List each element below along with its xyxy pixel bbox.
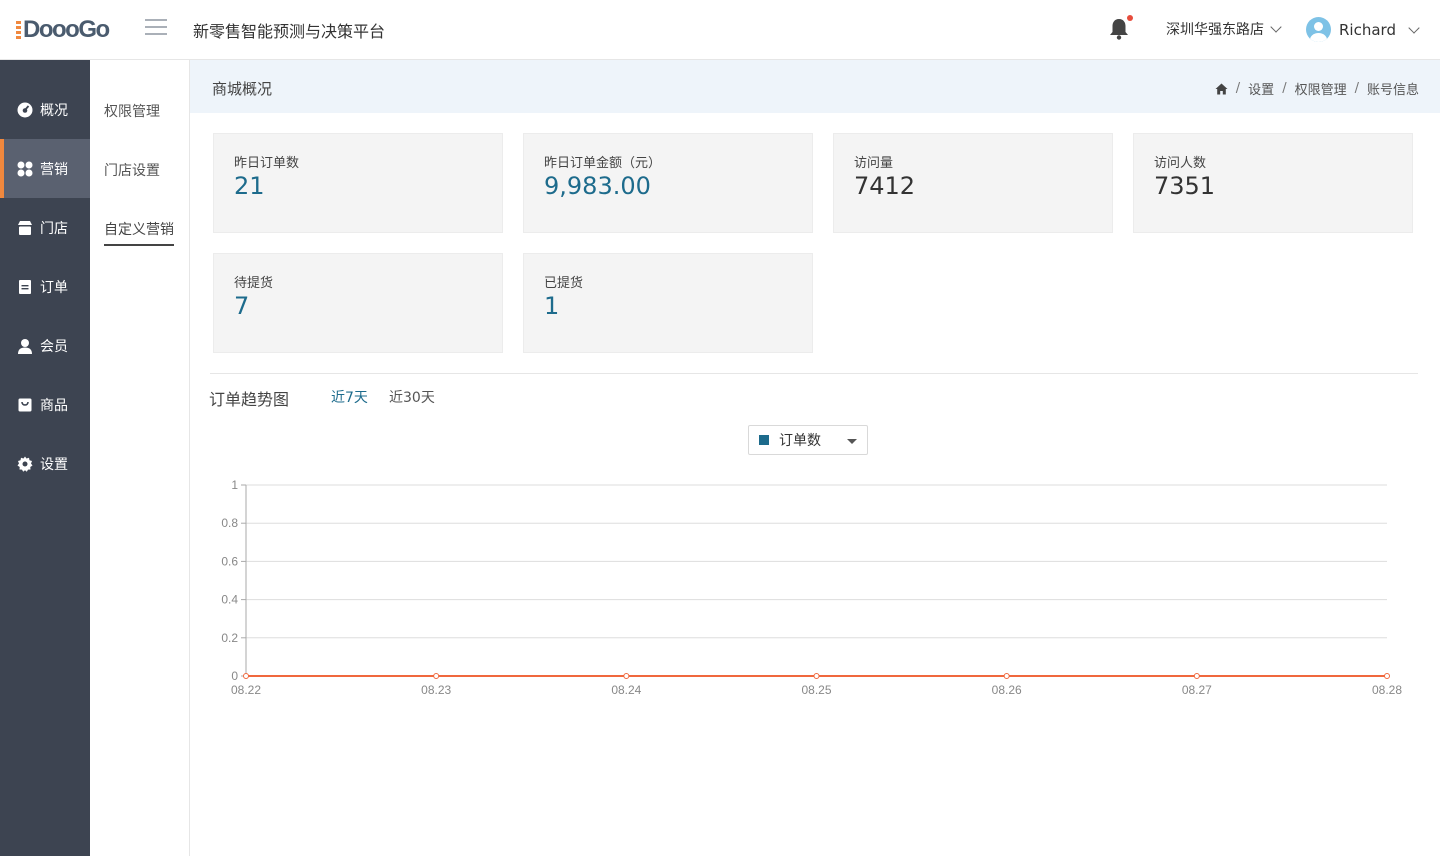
y-tick-label: 0 bbox=[231, 669, 238, 683]
section-divider bbox=[210, 373, 1418, 374]
product-icon bbox=[18, 398, 32, 411]
breadcrumb-item: 账号信息 bbox=[1366, 83, 1419, 98]
breadcrumb-separator: / bbox=[1354, 81, 1359, 96]
breadcrumb: / 设置 / 权限管理 / 账号信息 bbox=[1215, 79, 1419, 98]
tab-30-days[interactable]: 近30天 bbox=[389, 387, 435, 407]
store-selector[interactable]: 深圳华强东路店 bbox=[1166, 19, 1282, 39]
sidebar-item-overview[interactable]: 概况 bbox=[0, 80, 90, 139]
series-select-label: 订单数 bbox=[779, 433, 821, 449]
stat-value: 9,983.00 bbox=[544, 172, 651, 200]
x-tick-label: 08.25 bbox=[801, 683, 831, 697]
breadcrumb-item[interactable]: 设置 bbox=[1248, 79, 1274, 98]
stat-label: 访问量 bbox=[854, 156, 894, 171]
home-icon[interactable] bbox=[1215, 83, 1228, 95]
sidebar-item-label: 商品 bbox=[40, 397, 68, 414]
sidebar-item-label: 设置 bbox=[40, 456, 68, 473]
stat-value: 21 bbox=[234, 172, 265, 200]
dashboard-icon bbox=[17, 102, 33, 117]
user-name: Richard bbox=[1339, 20, 1396, 39]
chevron-down-icon bbox=[1270, 21, 1282, 33]
logo-text: DoooGo bbox=[23, 16, 110, 43]
x-tick-label: 08.26 bbox=[992, 683, 1022, 697]
store-name: 深圳华强东路店 bbox=[1166, 22, 1264, 38]
data-point bbox=[243, 673, 249, 679]
sidebar-item-label: 门店 bbox=[40, 220, 68, 237]
x-tick-label: 08.27 bbox=[1182, 683, 1212, 697]
y-tick-label: 0.8 bbox=[221, 516, 238, 530]
stat-value: 7412 bbox=[854, 172, 916, 200]
gear-icon bbox=[17, 456, 33, 472]
series-select[interactable]: 订单数 bbox=[748, 425, 868, 455]
sidebar-item-settings[interactable]: 设置 bbox=[0, 434, 90, 493]
stat-card-visits: 访问量 7412 bbox=[833, 133, 1113, 233]
data-point bbox=[1003, 673, 1010, 679]
logo-mark bbox=[16, 21, 21, 39]
order-icon bbox=[19, 279, 31, 294]
stat-card-orders: 昨日订单数 21 bbox=[213, 133, 503, 233]
subnav-item-store-settings[interactable]: 门店设置 bbox=[104, 160, 160, 180]
sub-navigation: 权限管理 门店设置 自定义营销 bbox=[90, 60, 190, 856]
stat-card-visitors: 访问人数 7351 bbox=[1133, 133, 1413, 233]
apps-icon bbox=[17, 161, 33, 176]
sidebar-item-marketing[interactable]: 营销 bbox=[0, 139, 90, 198]
main-sidebar: 概况 营销 门店 订单 会员 商品 设置 bbox=[0, 60, 90, 856]
x-tick-label: 08.23 bbox=[421, 683, 451, 697]
stat-value: 7351 bbox=[1154, 172, 1216, 200]
order-trend-chart: 0 0.2 0.4 0.6 0.8 1 08.22 08.23 08.24 08.25 08.26 0… bbox=[221, 478, 1402, 697]
bell-icon[interactable] bbox=[1108, 17, 1130, 41]
x-tick-label: 08.24 bbox=[611, 683, 641, 697]
stat-value: 1 bbox=[544, 292, 560, 320]
breadcrumb-item[interactable]: 权限管理 bbox=[1295, 79, 1347, 98]
sidebar-item-store[interactable]: 门店 bbox=[0, 198, 90, 257]
x-tick-label: 08.22 bbox=[231, 683, 261, 697]
sidebar-item-label: 订单 bbox=[40, 279, 68, 296]
y-tick-label: 1 bbox=[231, 478, 238, 492]
user-menu[interactable]: Richard bbox=[1306, 17, 1420, 42]
top-header: DoooGo 新零售智能预测与决策平台 深圳华强东路店 Richard bbox=[0, 0, 1440, 60]
sidebar-item-orders[interactable]: 订单 bbox=[0, 257, 90, 316]
page-header: 商城概况 / 设置 / 权限管理 / 账号信息 bbox=[190, 60, 1440, 113]
avatar bbox=[1306, 17, 1331, 42]
menu-toggle-icon[interactable] bbox=[145, 19, 167, 39]
y-tick-label: 0.4 bbox=[221, 593, 238, 607]
sidebar-item-label: 会员 bbox=[40, 338, 68, 355]
data-point bbox=[1384, 673, 1390, 679]
subnav-item-custom-marketing[interactable]: 自定义营销 bbox=[104, 219, 174, 246]
tab-7-days[interactable]: 近7天 bbox=[331, 387, 368, 407]
store-icon bbox=[18, 220, 32, 235]
stat-card-picked-up: 已提货 1 bbox=[523, 253, 813, 353]
stat-label: 已提货 bbox=[544, 276, 584, 291]
notification-dot bbox=[1127, 15, 1133, 21]
stat-label: 访问人数 bbox=[1154, 156, 1207, 171]
stat-label: 昨日订单数 bbox=[234, 156, 300, 171]
subnav-item-permissions[interactable]: 权限管理 bbox=[104, 101, 160, 121]
logo[interactable]: DoooGo bbox=[16, 16, 110, 44]
chevron-down-icon bbox=[1408, 21, 1420, 34]
breadcrumb-separator: / bbox=[1282, 81, 1287, 96]
data-point bbox=[623, 673, 630, 679]
caret-down-icon bbox=[847, 439, 857, 444]
page-title: 商城概况 bbox=[212, 80, 273, 98]
stat-card-pending-pickup: 待提货 7 bbox=[213, 253, 503, 353]
sidebar-item-label: 概况 bbox=[40, 102, 68, 119]
data-point bbox=[433, 673, 440, 679]
trend-title: 订单趋势图 bbox=[209, 390, 290, 409]
legend-swatch bbox=[759, 435, 769, 445]
stat-label: 待提货 bbox=[234, 276, 274, 291]
x-tick-label: 08.28 bbox=[1372, 683, 1402, 697]
stat-label: 昨日订单金额（元） bbox=[544, 156, 662, 171]
data-point bbox=[1193, 673, 1200, 679]
user-icon bbox=[18, 338, 32, 354]
sidebar-item-products[interactable]: 商品 bbox=[0, 375, 90, 434]
sidebar-item-members[interactable]: 会员 bbox=[0, 316, 90, 375]
stat-value: 7 bbox=[234, 292, 250, 320]
app-title: 新零售智能预测与决策平台 bbox=[193, 22, 386, 41]
breadcrumb-separator: / bbox=[1235, 81, 1241, 96]
data-point bbox=[813, 673, 820, 679]
sidebar-item-label: 营销 bbox=[40, 161, 68, 178]
y-tick-label: 0.2 bbox=[221, 631, 238, 645]
stat-card-amount: 昨日订单金额（元） 9,983.00 bbox=[523, 133, 813, 233]
y-tick-label: 0.6 bbox=[221, 554, 238, 568]
